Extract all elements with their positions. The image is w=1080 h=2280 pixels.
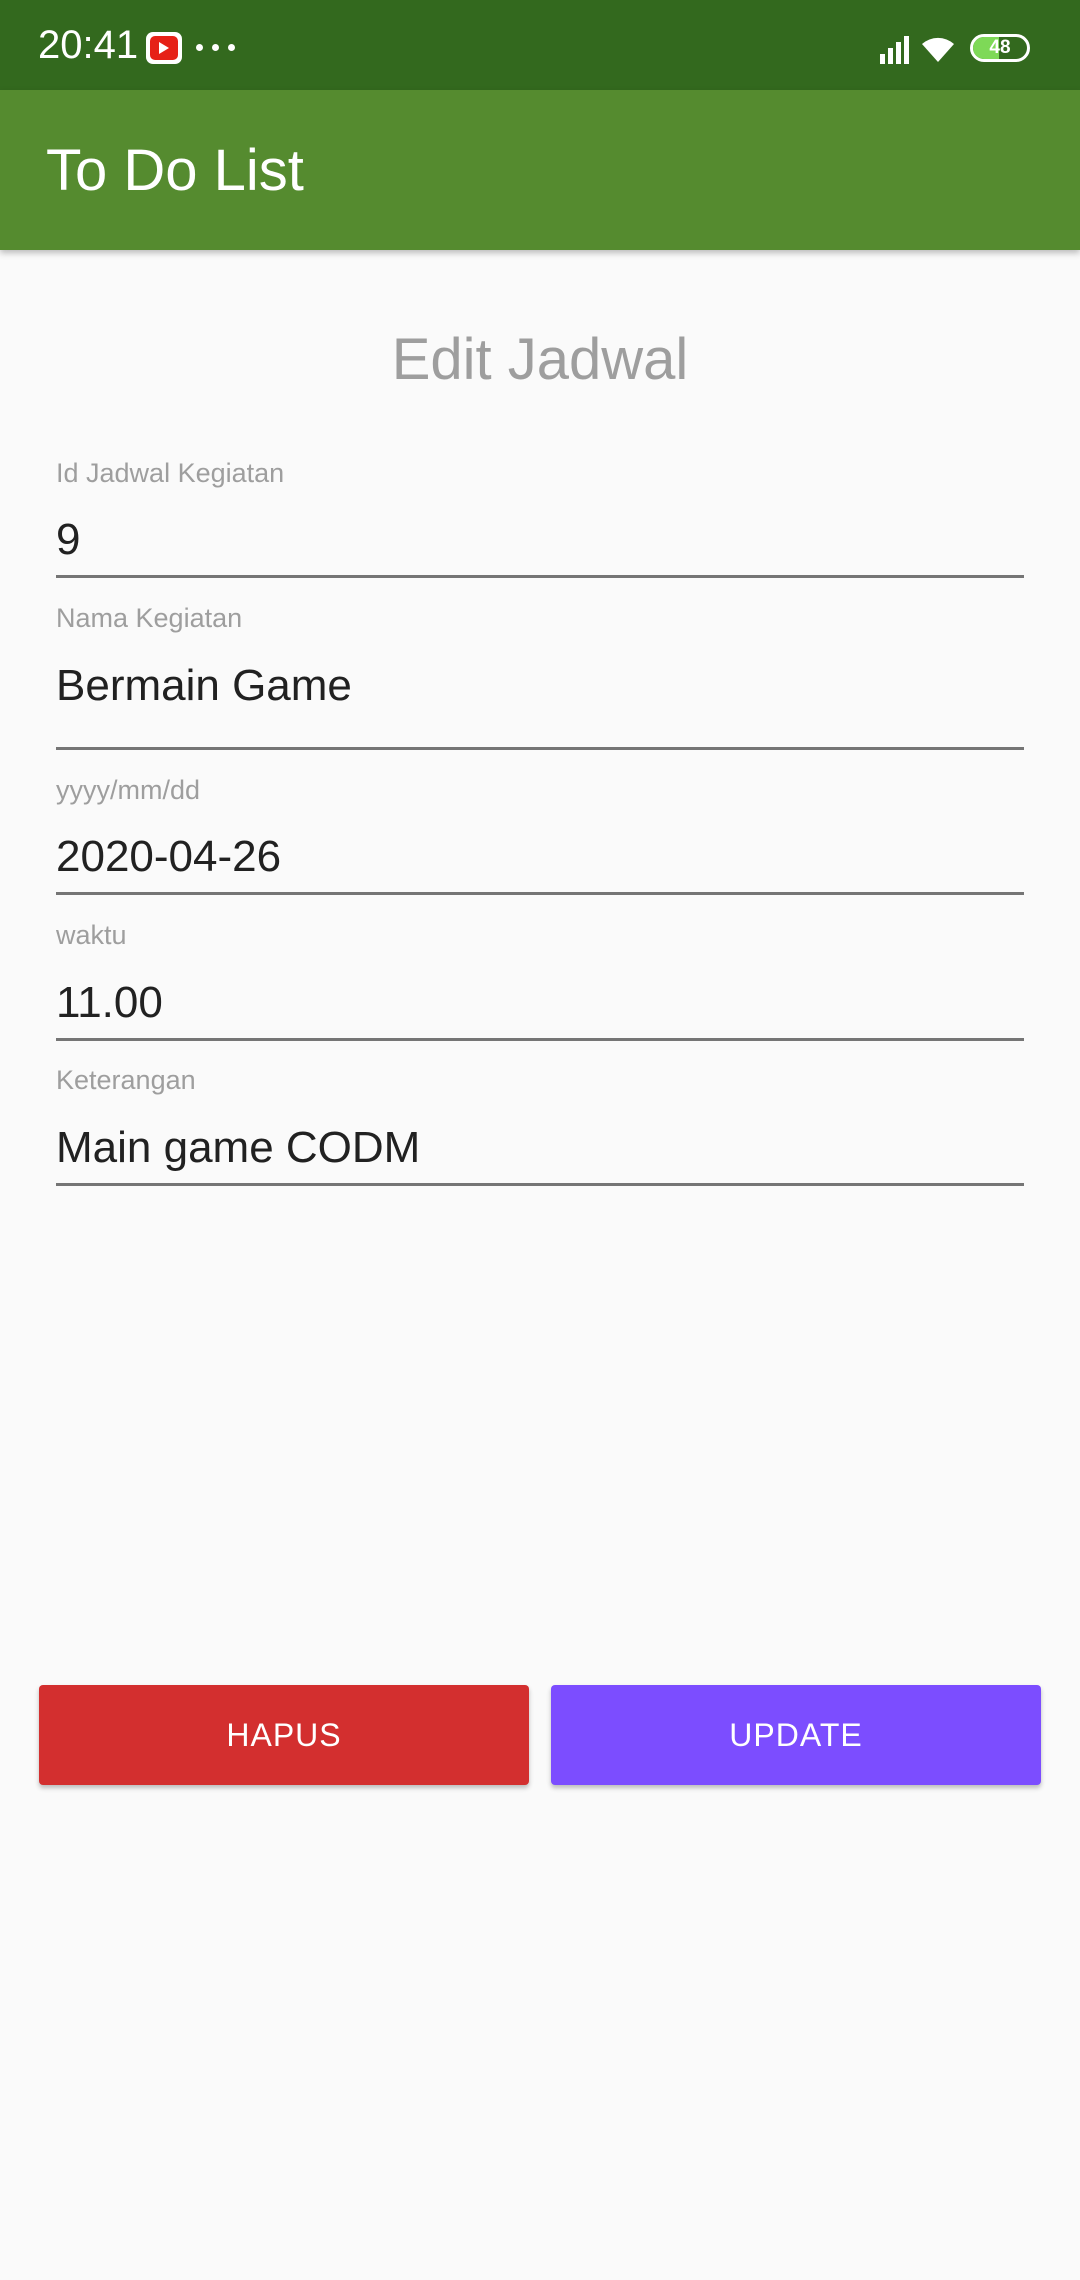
date-field[interactable]: yyyy/mm/dd 2020-04-26 [56, 774, 1024, 896]
waktu-field-label: waktu [56, 920, 127, 950]
id-field-value[interactable]: 9 [56, 514, 80, 566]
nama-kegiatan-field[interactable]: Nama Kegiatan Bermain Game [56, 602, 1024, 752]
more-dots-icon [196, 44, 238, 52]
app-bar: To Do List [0, 90, 1080, 250]
nama-kegiatan-underline [56, 747, 1024, 750]
delete-button[interactable]: HAPUS [39, 1685, 529, 1785]
youtube-icon [146, 32, 182, 64]
keterangan-field-value[interactable]: Main game CODM [56, 1122, 420, 1174]
battery-icon: 48 [970, 34, 1030, 62]
waktu-field-value[interactable]: 11.00 [56, 977, 163, 1029]
keterangan-field-underline [56, 1183, 1024, 1186]
wifi-icon [920, 32, 956, 64]
app-title: To Do List [46, 138, 304, 203]
nama-kegiatan-label: Nama Kegiatan [56, 603, 243, 633]
id-field[interactable]: Id Jadwal Kegiatan 9 [56, 457, 1024, 579]
id-field-underline [56, 575, 1024, 578]
date-field-underline [56, 892, 1024, 895]
waktu-field[interactable]: waktu 11.00 [56, 919, 1024, 1041]
signal-icon [880, 36, 910, 64]
nama-kegiatan-value[interactable]: Bermain Game [56, 660, 352, 712]
waktu-field-underline [56, 1038, 1024, 1041]
page-heading: Edit Jadwal [391, 327, 689, 392]
id-field-label: Id Jadwal Kegiatan [56, 458, 285, 488]
keterangan-field-label: Keterangan [56, 1065, 196, 1095]
status-bar: 20:41 48 [0, 0, 1080, 90]
date-field-label: yyyy/mm/dd [56, 775, 201, 805]
battery-level: 48 [989, 37, 1011, 58]
status-time: 20:41 [38, 23, 139, 67]
date-field-value[interactable]: 2020-04-26 [56, 831, 281, 883]
keterangan-field[interactable]: Keterangan Main game CODM [56, 1064, 1024, 1186]
update-button[interactable]: UPDATE [551, 1685, 1041, 1785]
